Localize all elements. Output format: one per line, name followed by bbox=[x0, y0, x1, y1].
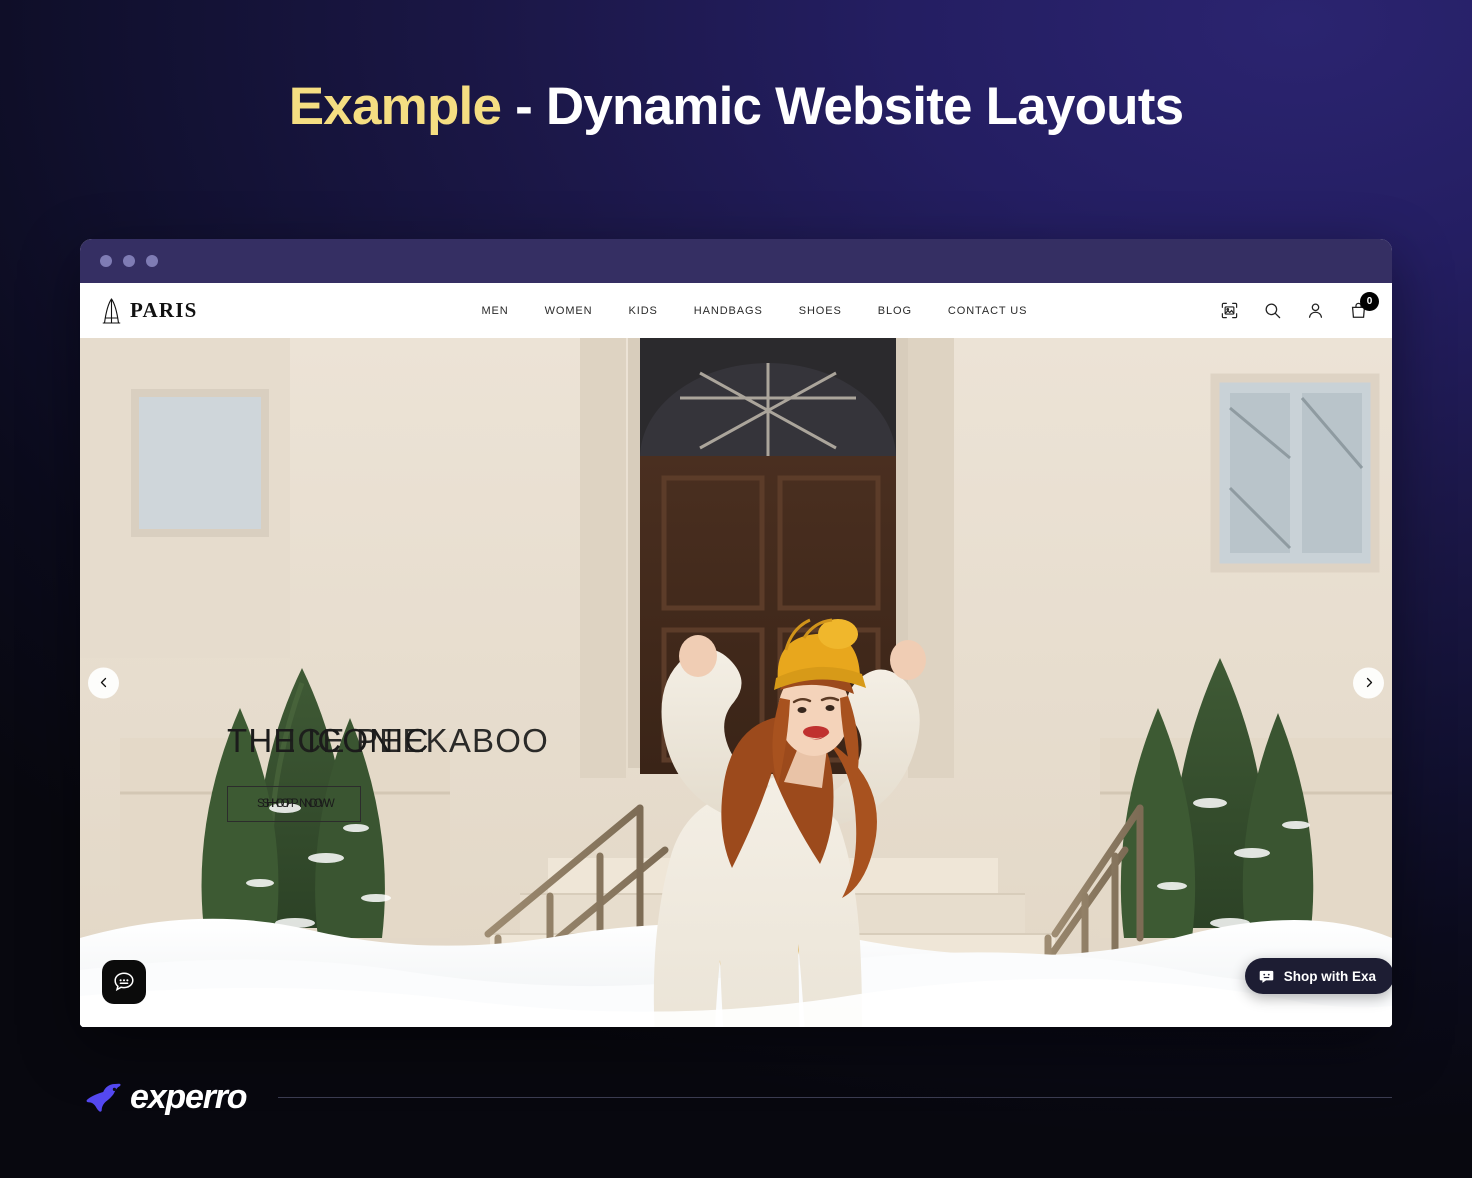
page-title-rest: - Dynamic Website Layouts bbox=[501, 77, 1184, 136]
window-dot-minimize[interactable] bbox=[123, 255, 135, 267]
site-logo-text: PARIS bbox=[130, 298, 198, 322]
page-title-highlight: Example bbox=[288, 77, 502, 136]
nav-item-blog[interactable]: BLOG bbox=[878, 305, 912, 317]
nav-item-women[interactable]: WOMEN bbox=[545, 305, 593, 317]
footer: experro bbox=[85, 1078, 1392, 1117]
nav-item-handbags[interactable]: HANDBAGS bbox=[694, 305, 763, 317]
cart-count-badge: 0 bbox=[1360, 292, 1379, 311]
page-title: Example - Dynamic Website Layouts bbox=[0, 77, 1472, 136]
browser-chrome-bar bbox=[80, 239, 1392, 283]
shop-with-exa-button[interactable]: Shop with Exa bbox=[1244, 958, 1392, 994]
header-icon-group: 0 bbox=[1220, 292, 1379, 320]
window-dot-close[interactable] bbox=[100, 255, 112, 267]
main-navigation: MEN WOMEN KIDS HANDBAGS SHOES BLOG CONTA… bbox=[481, 305, 1027, 317]
search-icon[interactable] bbox=[1263, 301, 1282, 320]
hero-shop-now-label-ghost: SHOP NOW bbox=[262, 798, 337, 810]
hero-background-photo bbox=[80, 338, 1392, 1027]
hero-headline: THE ICONIC ICE PEEKABOO bbox=[227, 724, 548, 757]
nav-item-contact-us[interactable]: CONTACT US bbox=[948, 305, 1028, 317]
hero-headline-slide-b: ICE PEEKABOO bbox=[287, 722, 549, 759]
hero-slider: THE ICONIC ICE PEEKABOO SHOP NOW SHOP NO… bbox=[80, 338, 1392, 1027]
hero-shop-now-button[interactable]: SHOP NOW SHOP NOW bbox=[227, 786, 362, 822]
chat-bubble-icon bbox=[114, 972, 134, 992]
nav-item-kids[interactable]: KIDS bbox=[629, 305, 658, 317]
experro-bird-icon bbox=[86, 1083, 121, 1112]
chevron-right-icon bbox=[1366, 677, 1372, 688]
footer-divider bbox=[278, 1097, 1392, 1098]
hero-caption: THE ICONIC ICE PEEKABOO SHOP NOW SHOP NO… bbox=[227, 724, 548, 822]
account-icon[interactable] bbox=[1306, 301, 1325, 320]
nav-item-shoes[interactable]: SHOES bbox=[799, 305, 842, 317]
slider-prev-button[interactable] bbox=[88, 667, 119, 698]
visual-search-icon[interactable] bbox=[1220, 301, 1239, 320]
window-dot-maximize[interactable] bbox=[146, 255, 158, 267]
shop-with-exa-label: Shop with Exa bbox=[1283, 968, 1376, 984]
winter-fashion-photo bbox=[80, 338, 1392, 1027]
site-logo[interactable]: PARIS bbox=[102, 297, 198, 324]
slider-next-button[interactable] bbox=[1353, 667, 1384, 698]
exa-chat-icon bbox=[1259, 970, 1274, 983]
experro-wordmark: experro bbox=[130, 1078, 248, 1116]
chat-launcher-button[interactable] bbox=[102, 960, 146, 1004]
browser-window: PARIS MEN WOMEN KIDS HANDBAGS SHOES BLOG… bbox=[80, 239, 1392, 1027]
nav-item-men[interactable]: MEN bbox=[481, 305, 508, 317]
eiffel-tower-icon bbox=[102, 297, 121, 324]
cart-button[interactable]: 0 bbox=[1349, 292, 1379, 320]
chevron-left-icon bbox=[100, 677, 106, 688]
experro-logo: experro bbox=[85, 1078, 248, 1117]
site-header: PARIS MEN WOMEN KIDS HANDBAGS SHOES BLOG… bbox=[80, 283, 1392, 338]
slide-title-area: Example - Dynamic Website Layouts bbox=[0, 77, 1472, 136]
